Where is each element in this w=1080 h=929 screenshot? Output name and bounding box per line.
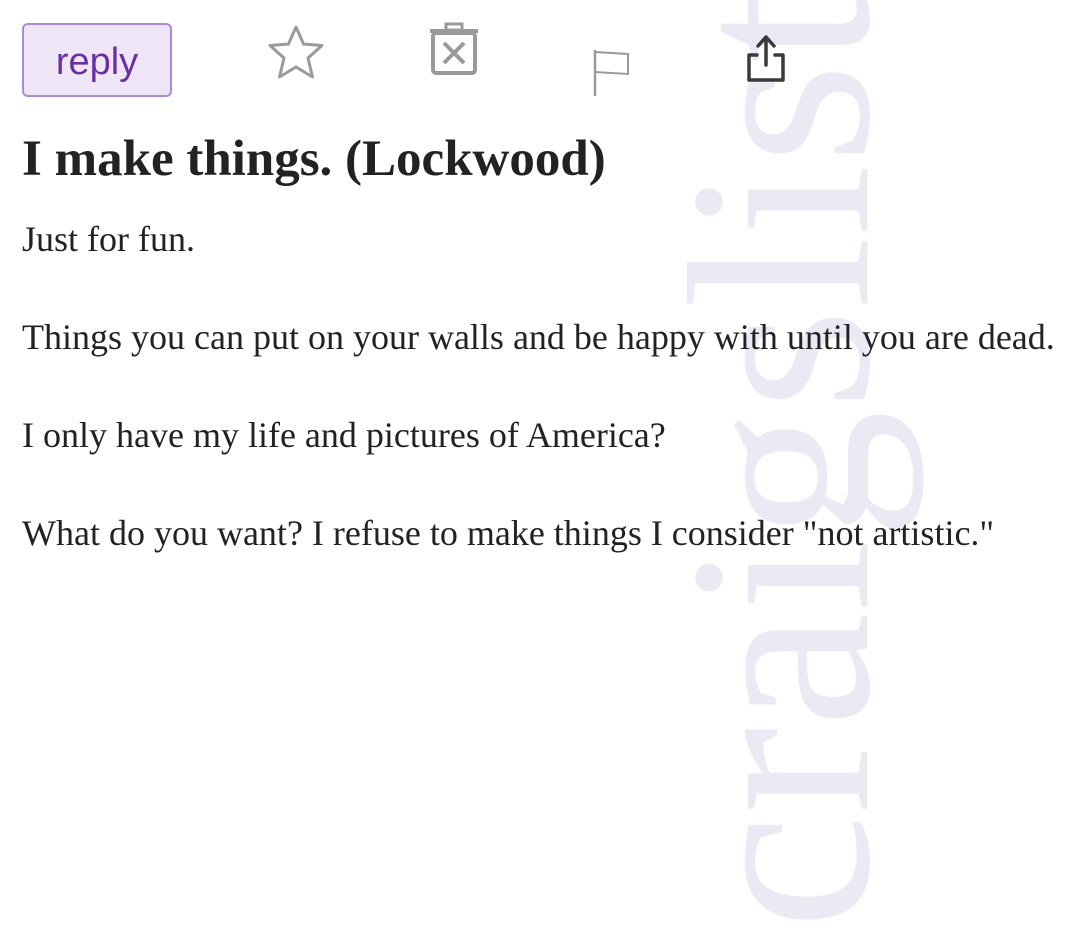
share-icon[interactable] [744, 34, 788, 84]
posting-body: Just for fun. Things you can put on your… [22, 215, 1067, 607]
posting-paragraph: Things you can put on your walls and be … [22, 317, 1055, 357]
posting-paragraph: Just for fun. [22, 219, 195, 259]
posting-toolbar: reply [22, 21, 822, 101]
hide-icon[interactable] [426, 21, 482, 79]
reply-button[interactable]: reply [22, 23, 172, 97]
posting-paragraph: I only have my life and pictures of Amer… [22, 415, 666, 455]
star-icon[interactable] [266, 24, 326, 80]
posting-title: I make things. (Lockwood) [22, 131, 606, 187]
posting-paragraph: What do you want? I refuse to make thing… [22, 513, 995, 553]
flag-icon[interactable] [592, 48, 632, 98]
